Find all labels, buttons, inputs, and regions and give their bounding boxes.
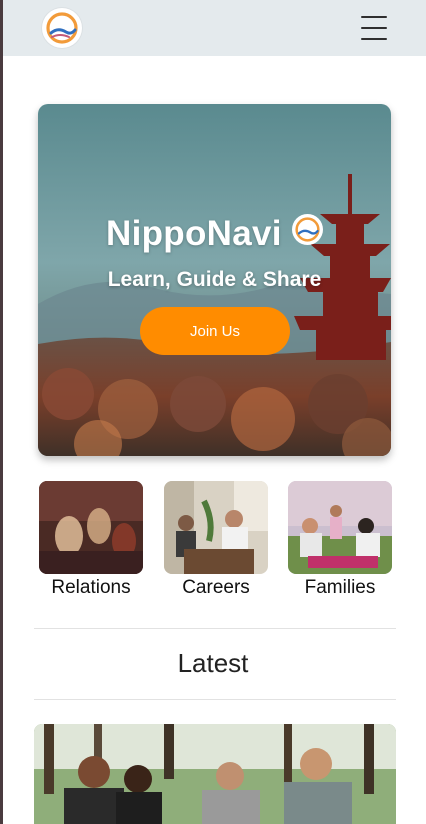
top-header xyxy=(3,0,426,56)
category-relations-label[interactable]: Relations xyxy=(19,577,163,599)
hero-banner: NippoNavi Learn, Guide & Share Join Us xyxy=(38,104,391,456)
hero-subtitle: Learn, Guide & Share xyxy=(107,268,322,291)
category-families-image[interactable] xyxy=(288,481,392,574)
category-families[interactable]: Families xyxy=(288,481,392,598)
category-relations-image[interactable] xyxy=(39,481,143,574)
category-families-label[interactable]: Families xyxy=(268,577,412,599)
section-divider-bottom xyxy=(34,699,396,700)
hero-logo-icon xyxy=(292,214,323,245)
hero-title: NippoNavi xyxy=(106,214,282,253)
join-us-button[interactable]: Join Us xyxy=(140,307,290,355)
nipponavi-logo-icon[interactable] xyxy=(42,8,82,48)
category-relations[interactable]: Relations xyxy=(39,481,143,598)
category-careers-label[interactable]: Careers xyxy=(144,577,288,599)
latest-article-image[interactable] xyxy=(34,724,396,824)
hamburger-menu-icon[interactable] xyxy=(361,14,387,42)
section-divider-top xyxy=(34,628,396,629)
page-edge-rail xyxy=(0,0,3,824)
category-careers-image[interactable] xyxy=(164,481,268,574)
category-careers[interactable]: Careers xyxy=(164,481,268,598)
latest-heading: Latest xyxy=(177,648,249,678)
